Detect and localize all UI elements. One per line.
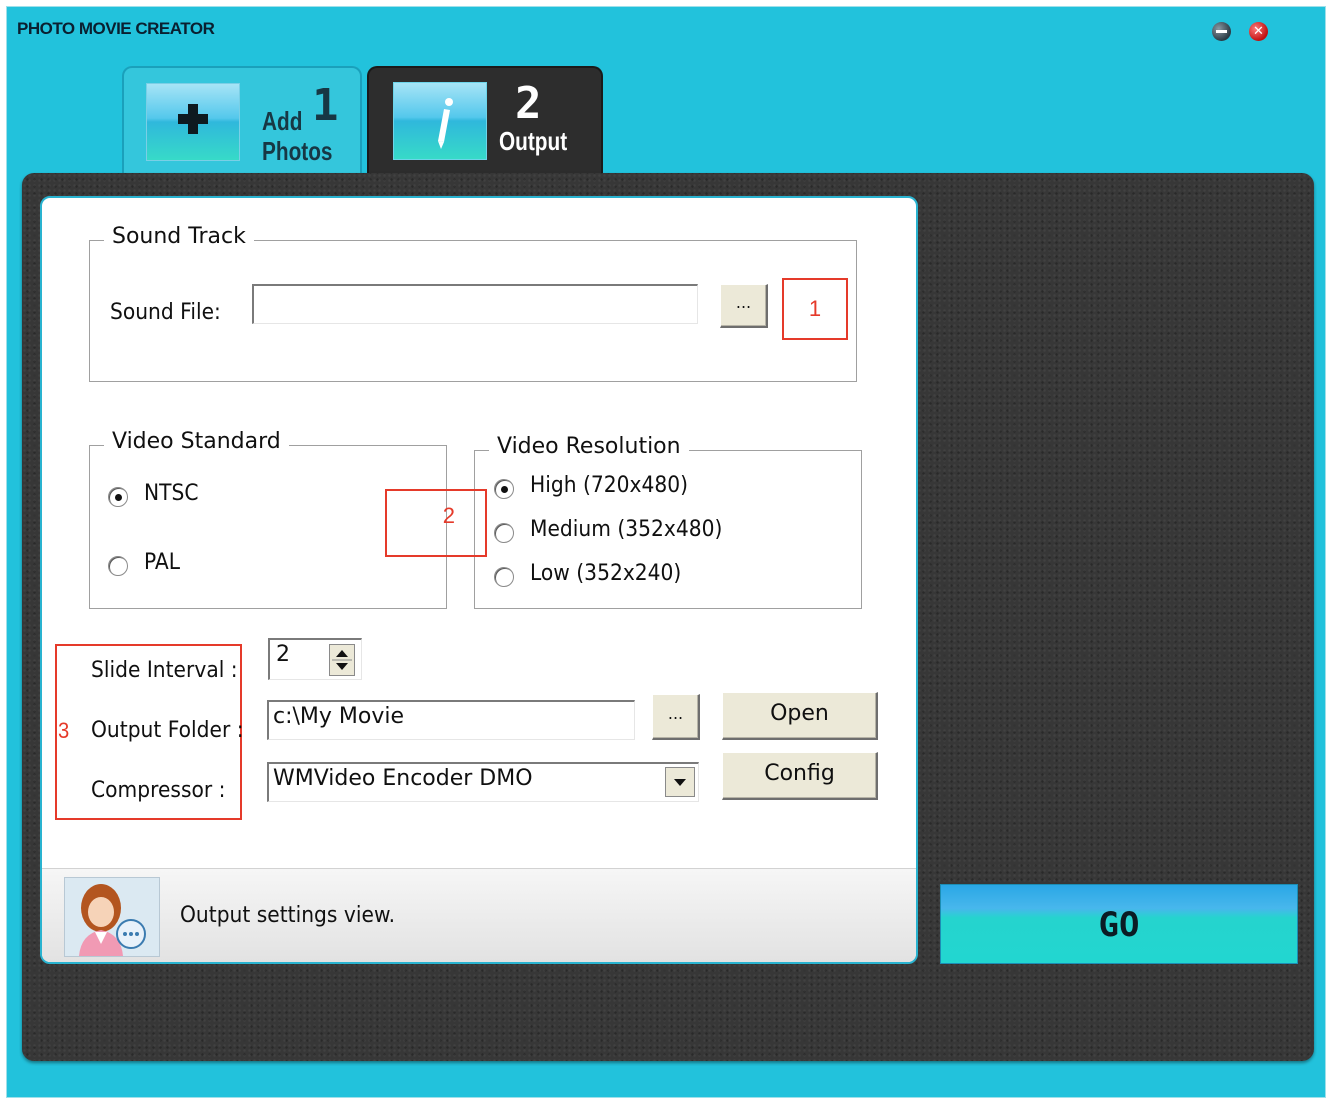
radio-medium-button[interactable] bbox=[494, 523, 514, 543]
compressor-label: Compressor : bbox=[91, 778, 226, 803]
pen-icon bbox=[393, 82, 487, 160]
output-folder-browse-button[interactable]: ... bbox=[652, 694, 700, 740]
tab-output-label: Output bbox=[499, 126, 568, 156]
tab-add-photos[interactable]: Add Photos 1 bbox=[122, 66, 362, 178]
compressor-select[interactable]: WMVideo Encoder DMO bbox=[267, 762, 699, 802]
radio-high-label: High (720x480) bbox=[530, 473, 688, 498]
radio-ntsc-button[interactable] bbox=[108, 487, 128, 507]
radio-pal-button[interactable] bbox=[108, 556, 128, 576]
go-button[interactable]: GO bbox=[940, 884, 1298, 964]
sound-file-label: Sound File: bbox=[110, 300, 221, 325]
compressor-value: WMVideo Encoder DMO bbox=[273, 766, 533, 791]
status-text: Output settings view. bbox=[180, 903, 396, 928]
slide-interval-value: 2 bbox=[276, 642, 290, 667]
tab-output-number: 2 bbox=[515, 78, 542, 129]
output-folder-input[interactable]: c:\My Movie bbox=[267, 700, 635, 740]
tab-add-photos-number: 1 bbox=[312, 80, 339, 131]
callout-marker-1: 1 bbox=[782, 278, 848, 340]
sound-track-legend: Sound Track bbox=[104, 224, 254, 249]
assistant-avatar-icon bbox=[64, 877, 160, 957]
slide-interval-stepper[interactable]: 2 bbox=[268, 638, 362, 680]
status-bar: Output settings view. bbox=[42, 868, 916, 962]
output-folder-label: Output Folder : bbox=[91, 718, 244, 743]
radio-high-button[interactable] bbox=[494, 479, 514, 499]
radio-ntsc-label: NTSC bbox=[144, 481, 199, 506]
sound-file-input[interactable] bbox=[252, 284, 698, 324]
video-resolution-legend: Video Resolution bbox=[489, 434, 689, 459]
video-standard-legend: Video Standard bbox=[104, 429, 289, 454]
callout-marker-2: 2 bbox=[385, 489, 487, 557]
tab-output[interactable]: 2 Output bbox=[367, 66, 603, 178]
plus-icon bbox=[146, 83, 240, 161]
slide-interval-label: Slide Interval : bbox=[91, 658, 238, 683]
sound-file-browse-button[interactable]: ... bbox=[720, 284, 768, 328]
callout-marker-3: 3 bbox=[58, 718, 70, 743]
stepper-arrows-icon[interactable] bbox=[329, 644, 355, 676]
chevron-down-icon[interactable] bbox=[665, 767, 695, 797]
radio-low-label: Low (352x240) bbox=[530, 561, 682, 586]
radio-medium-label: Medium (352x480) bbox=[530, 517, 723, 542]
minimize-icon[interactable] bbox=[1212, 22, 1231, 41]
app-title: PHOTO MOVIE CREATOR bbox=[17, 19, 215, 38]
settings-panel: Sound Track Sound File: ... 1 Video Stan… bbox=[40, 196, 918, 964]
radio-pal-label: PAL bbox=[144, 550, 181, 575]
radio-low-button[interactable] bbox=[494, 567, 514, 587]
config-button[interactable]: Config bbox=[722, 752, 878, 800]
open-button[interactable]: Open bbox=[722, 692, 878, 740]
close-icon[interactable]: ✕ bbox=[1249, 22, 1268, 41]
go-label: GO bbox=[1098, 905, 1140, 945]
